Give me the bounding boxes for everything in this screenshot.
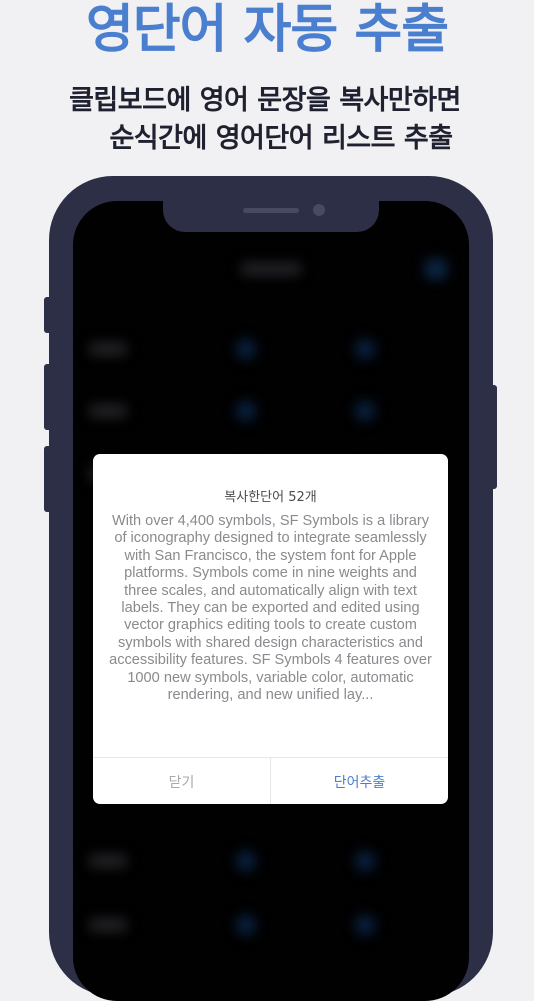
speaker-grille [243,208,299,213]
front-camera [313,204,325,216]
dialog-title: 복사한단어 52개 [224,490,317,505]
promo-subhead-line2: 순식간에 영어단어 리스트 추출 [109,123,453,154]
promo-headline: 영단어 자동 추출 [85,0,449,60]
dialog-body-text: With over 4,400 symbols, SF Symbols is a… [109,513,432,704]
close-button[interactable]: 닫기 [93,758,271,804]
phone-notch [163,201,379,232]
dialog-footer: 닫기 단어추출 [93,757,448,804]
extract-words-button[interactable]: 단어추출 [271,758,448,804]
copied-text-dialog: 복사한단어 52개 With over 4,400 symbols, SF Sy… [93,454,448,804]
promo-subhead-line1: 클립보드에 영어 문장을 복사만하면 [69,85,461,116]
